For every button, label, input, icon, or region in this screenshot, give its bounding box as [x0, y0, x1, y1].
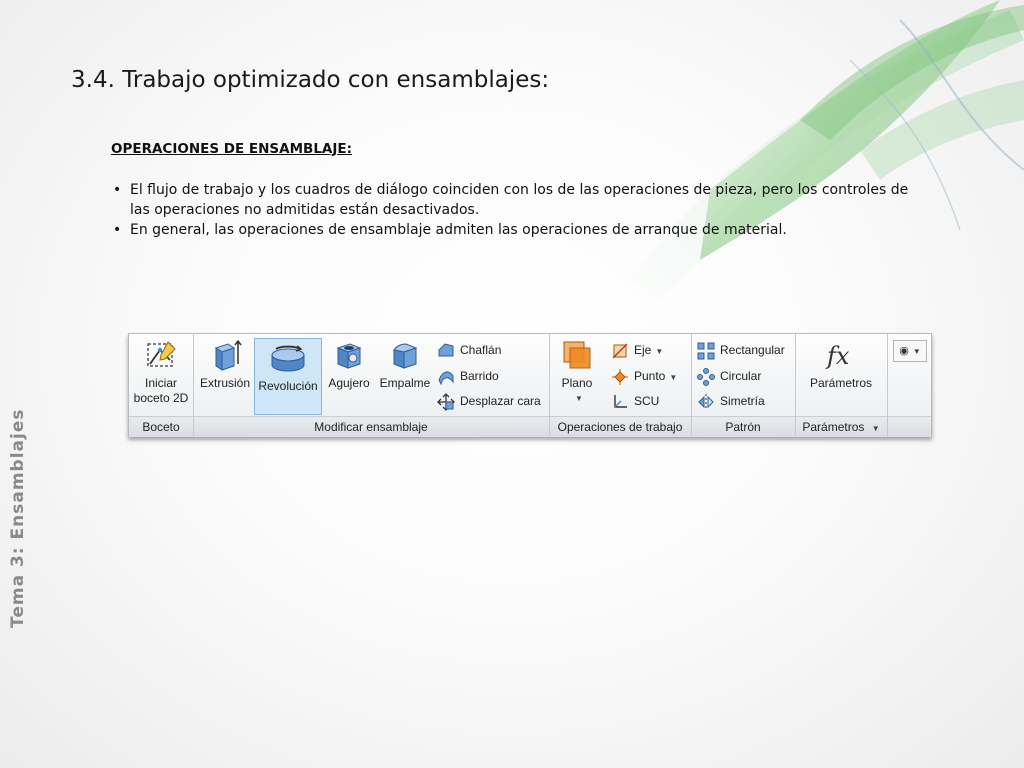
bullet-list: El flujo de trabajo y los cuadros de diá…: [111, 180, 911, 240]
rectangular-button[interactable]: Rectangular: [697, 340, 785, 360]
group-modificar-ensamblaje: Extrusión Revolución Agujero Empalme Cha…: [193, 334, 550, 436]
panel-options-dropdown[interactable]: ◉ ▼: [893, 340, 927, 362]
revolucion-button[interactable]: Revolución: [254, 338, 322, 415]
group-label: Boceto: [142, 420, 180, 434]
sweep-icon: [438, 371, 454, 386]
button-label: Rectangular: [720, 343, 785, 357]
button-label: Empalme: [379, 376, 431, 390]
group-label: Patrón: [725, 420, 761, 434]
ribbon-toolbar: Iniciar boceto 2D Boceto Extrusión Revol…: [128, 333, 932, 437]
scu-button[interactable]: SCU: [611, 391, 659, 411]
rectangular-pattern-icon: [697, 342, 715, 360]
button-label: Desplazar cara: [460, 394, 541, 408]
ucs-icon: [614, 394, 627, 408]
extrusion-button[interactable]: Extrusión: [197, 338, 253, 391]
circular-pattern-icon: [697, 367, 715, 386]
simetria-button[interactable]: Simetría: [697, 391, 765, 411]
circle-chevron-icon: ◉: [899, 345, 909, 357]
button-label: Iniciar: [144, 376, 177, 390]
list-item: En general, las operaciones de ensamblaj…: [111, 220, 911, 240]
group-boceto: Iniciar boceto 2D Boceto: [129, 334, 194, 436]
move-face-icon: [437, 392, 455, 411]
group-parametros: fx Parámetros Parámetros ▼: [795, 334, 888, 436]
svg-text:fx: fx: [825, 342, 850, 370]
mirror-icon: [698, 393, 714, 410]
plano-button[interactable]: Plano ▼: [555, 338, 599, 406]
button-label: Extrusión: [199, 376, 251, 390]
button-label: Parámetros: [809, 376, 873, 390]
chevron-down-icon: ▼: [655, 347, 664, 356]
button-label: Agujero: [328, 376, 370, 390]
chamfer-icon: [438, 343, 454, 357]
section-subtitle: OPERACIONES DE ENSAMBLAJE:: [111, 141, 353, 157]
chevron-down-icon: ▼: [669, 373, 678, 382]
work-axis-icon: [612, 343, 628, 359]
chevron-down-icon: ▼: [575, 394, 583, 403]
work-point-icon: [612, 368, 628, 385]
iniciar-boceto-2d-button[interactable]: Iniciar boceto 2D: [133, 338, 189, 406]
group-label: Parámetros: [802, 420, 865, 434]
decorative-swoosh: [630, 0, 1024, 300]
hole-icon: [336, 343, 362, 369]
page-title: 3.4. Trabajo optimizado con ensamblajes:: [71, 67, 550, 93]
button-label: Circular: [720, 369, 762, 383]
work-plane-icon: [563, 341, 591, 369]
desplazar-cara-button[interactable]: Desplazar cara: [437, 391, 541, 411]
group-label: Operaciones de trabajo: [557, 420, 683, 434]
chevron-down-icon: ▼: [912, 347, 921, 356]
side-label: Tema 3: Ensamblajes: [8, 408, 28, 628]
agujero-button[interactable]: Agujero: [323, 338, 375, 391]
chevron-down-icon: ▼: [871, 424, 880, 433]
button-label: Eje: [634, 343, 652, 357]
extrude-icon: [214, 339, 242, 371]
group-label: Modificar ensamblaje: [314, 420, 428, 434]
group-parametros-dropdown[interactable]: Parámetros ▼: [795, 420, 887, 434]
revolve-icon: [271, 345, 305, 372]
eje-button[interactable]: Eje ▼: [611, 340, 663, 360]
list-item: El flujo de trabajo y los cuadros de diá…: [111, 180, 911, 220]
fx-icon: fx: [825, 342, 850, 370]
group-operaciones-de-trabajo: Plano ▼ Eje ▼ Punto ▼ SCU Operaciones de t…: [549, 334, 692, 436]
button-label: Punto: [634, 369, 666, 383]
empalme-button[interactable]: Empalme: [376, 338, 434, 391]
sketch-icon: [147, 341, 176, 367]
button-label: boceto 2D: [133, 391, 189, 405]
circular-button[interactable]: Circular: [697, 366, 761, 386]
button-label: Plano: [561, 376, 593, 390]
button-label: Barrido: [460, 369, 499, 383]
parametros-button[interactable]: fx Parámetros: [801, 338, 881, 391]
punto-button[interactable]: Punto ▼: [611, 366, 677, 386]
fillet-icon: [393, 343, 418, 369]
button-label: Revolución: [258, 379, 318, 393]
button-label: Chaflán: [460, 343, 502, 357]
barrido-button[interactable]: Barrido: [437, 366, 499, 386]
button-label: SCU: [634, 394, 660, 408]
group-patron: Rectangular Circular Simetría Patrón: [691, 334, 796, 436]
button-label: Simetría: [720, 394, 765, 408]
chaflan-button[interactable]: Chaflán: [437, 340, 501, 360]
